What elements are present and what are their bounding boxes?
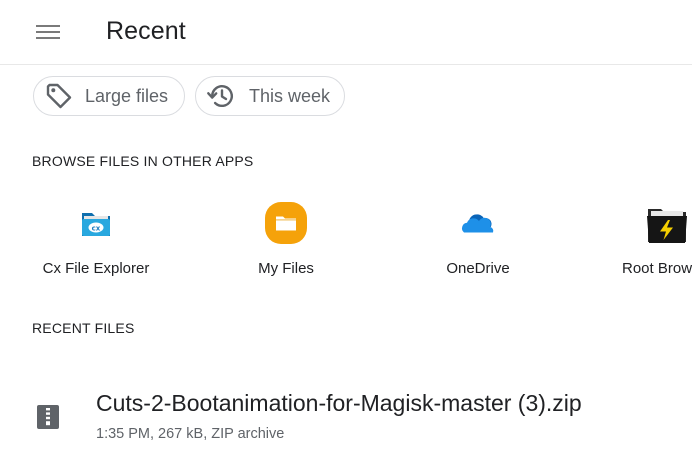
app-cx-file-explorer[interactable]: cx Cx File Explorer xyxy=(21,196,171,284)
app-label: Root Brow xyxy=(622,260,692,277)
this-week-chip[interactable]: This week xyxy=(195,76,345,116)
app-label: OneDrive xyxy=(446,260,510,277)
history-clock-icon xyxy=(206,81,236,111)
browse-section-heading: BROWSE FILES IN OTHER APPS xyxy=(32,153,254,169)
app-label: Cx File Explorer xyxy=(42,260,150,277)
app-onedrive[interactable]: OneDrive xyxy=(403,196,553,284)
app-root-browser[interactable]: Root Brow xyxy=(592,196,692,284)
app-label: My Files xyxy=(258,260,314,277)
hamburger-menu-icon xyxy=(35,22,61,42)
menu-button[interactable] xyxy=(26,14,70,50)
my-files-folder-icon xyxy=(263,200,309,246)
onedrive-cloud-icon xyxy=(455,200,501,246)
page-title: Recent xyxy=(106,17,186,45)
app-bar: Recent xyxy=(0,0,692,65)
zip-archive-icon xyxy=(36,404,60,430)
large-files-chip[interactable]: Large files xyxy=(33,76,185,116)
this-week-chip-label: This week xyxy=(249,85,331,106)
file-details: 1:35 PM, 267 kB, ZIP archive xyxy=(96,426,285,442)
list-item[interactable]: Cuts-2-Bootanimation-for-Magisk-master (… xyxy=(0,372,692,461)
large-files-chip-label: Large files xyxy=(85,85,169,106)
tag-icon xyxy=(44,81,74,111)
file-name: Cuts-2-Bootanimation-for-Magisk-master (… xyxy=(96,390,582,416)
app-my-files[interactable]: My Files xyxy=(211,196,361,284)
recent-files-screen: Recent Large files This week BROWSE FILE… xyxy=(0,0,692,461)
root-browser-icon xyxy=(644,200,690,246)
cx-file-explorer-icon: cx xyxy=(73,200,119,246)
svg-text:cx: cx xyxy=(92,224,101,232)
recent-files-heading: RECENT FILES xyxy=(32,320,135,336)
